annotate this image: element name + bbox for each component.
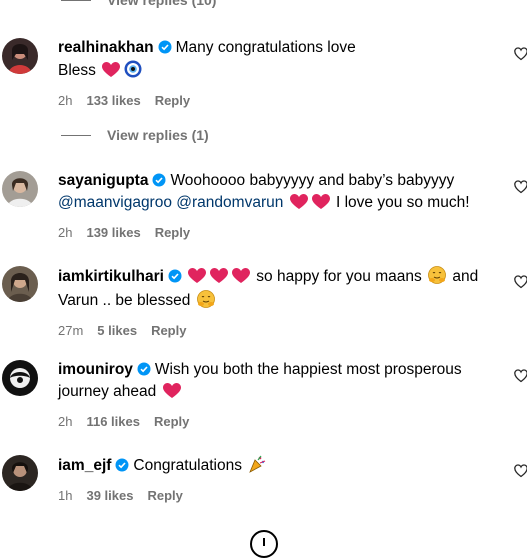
comment-text: iam_ejf Congratulations <box>58 455 498 479</box>
comment-text: sayanigupta Woohoooo babyyyyy and baby’s … <box>58 171 498 216</box>
reply-button[interactable]: Reply <box>151 323 186 338</box>
red-heart-emoji <box>162 383 181 405</box>
verified-badge-icon <box>168 269 182 289</box>
comment-time: 2h <box>58 224 73 240</box>
comment-meta: 2h 139 likes Reply <box>58 223 498 241</box>
username[interactable]: imouniroy <box>58 361 133 378</box>
reply-button[interactable]: Reply <box>147 488 182 503</box>
comment-time: 1h <box>58 487 73 503</box>
heart-outline-icon[interactable] <box>514 369 527 383</box>
verified-badge-icon <box>115 458 129 478</box>
load-more-icon[interactable] <box>250 530 278 558</box>
view-replies-button[interactable]: View replies (1) <box>61 126 209 144</box>
reply-button[interactable]: Reply <box>154 414 189 429</box>
verified-badge-icon <box>152 173 166 193</box>
heart-outline-icon[interactable] <box>514 180 527 194</box>
comment-meta: 1h 39 likes Reply <box>58 486 498 504</box>
username[interactable]: iamkirtikulhari <box>58 268 164 285</box>
heart-outline-icon[interactable] <box>514 275 527 289</box>
view-replies-line <box>61 134 91 136</box>
mention-link[interactable]: @maanvigagroo <box>58 194 172 211</box>
comment-text: realhinakhan Many congratulations love Bl… <box>58 38 498 84</box>
reply-button[interactable]: Reply <box>155 225 190 240</box>
red-heart-emoji <box>209 268 228 290</box>
comment-meta: 2h 116 likes Reply <box>58 412 498 430</box>
avatar[interactable] <box>2 171 38 207</box>
red-heart-emoji <box>231 268 250 290</box>
nazar-emoji <box>124 60 142 84</box>
likes-count[interactable]: 116 likes <box>86 414 140 429</box>
heart-outline-icon[interactable] <box>514 464 527 478</box>
red-heart-emoji <box>311 194 330 216</box>
hugging-face-emoji <box>428 266 446 290</box>
view-replies-button-top[interactable]: View replies (10) <box>61 0 216 9</box>
comment-text: imouniroy Wish you both the happiest most… <box>58 360 498 405</box>
username[interactable]: iam_ejf <box>58 457 111 474</box>
comment-text: iamkirtikulhari so happy for you maans a… <box>58 266 498 314</box>
likes-count[interactable]: 5 likes <box>97 323 137 338</box>
hugging-face-emoji <box>196 290 215 314</box>
comment-meta: 2h 133 likes Reply <box>58 91 498 109</box>
avatar[interactable] <box>2 360 38 396</box>
red-heart-emoji <box>289 194 308 216</box>
view-replies-line <box>61 0 91 1</box>
comment-time: 2h <box>58 92 73 108</box>
likes-count[interactable]: 39 likes <box>86 488 133 503</box>
username[interactable]: realhinakhan <box>58 39 154 56</box>
avatar[interactable] <box>2 38 38 74</box>
avatar[interactable] <box>2 266 38 302</box>
comment-meta: 27m 5 likes Reply <box>58 321 498 339</box>
likes-count[interactable]: 133 likes <box>86 93 140 108</box>
avatar[interactable] <box>2 455 38 491</box>
likes-count[interactable]: 139 likes <box>86 225 140 240</box>
view-replies-label: View replies (1) <box>107 127 209 143</box>
username[interactable]: sayanigupta <box>58 172 148 189</box>
comment-time: 27m <box>58 322 84 338</box>
view-replies-label: View replies (10) <box>107 0 217 8</box>
verified-badge-icon <box>158 40 172 60</box>
heart-outline-icon[interactable] <box>514 47 527 61</box>
party-popper-emoji <box>248 455 266 479</box>
mention-link[interactable]: @randomvarun <box>176 194 283 211</box>
red-heart-emoji <box>102 62 121 84</box>
verified-badge-icon <box>137 362 151 382</box>
red-heart-emoji <box>187 268 206 290</box>
comment-time: 2h <box>58 413 73 429</box>
reply-button[interactable]: Reply <box>155 93 190 108</box>
